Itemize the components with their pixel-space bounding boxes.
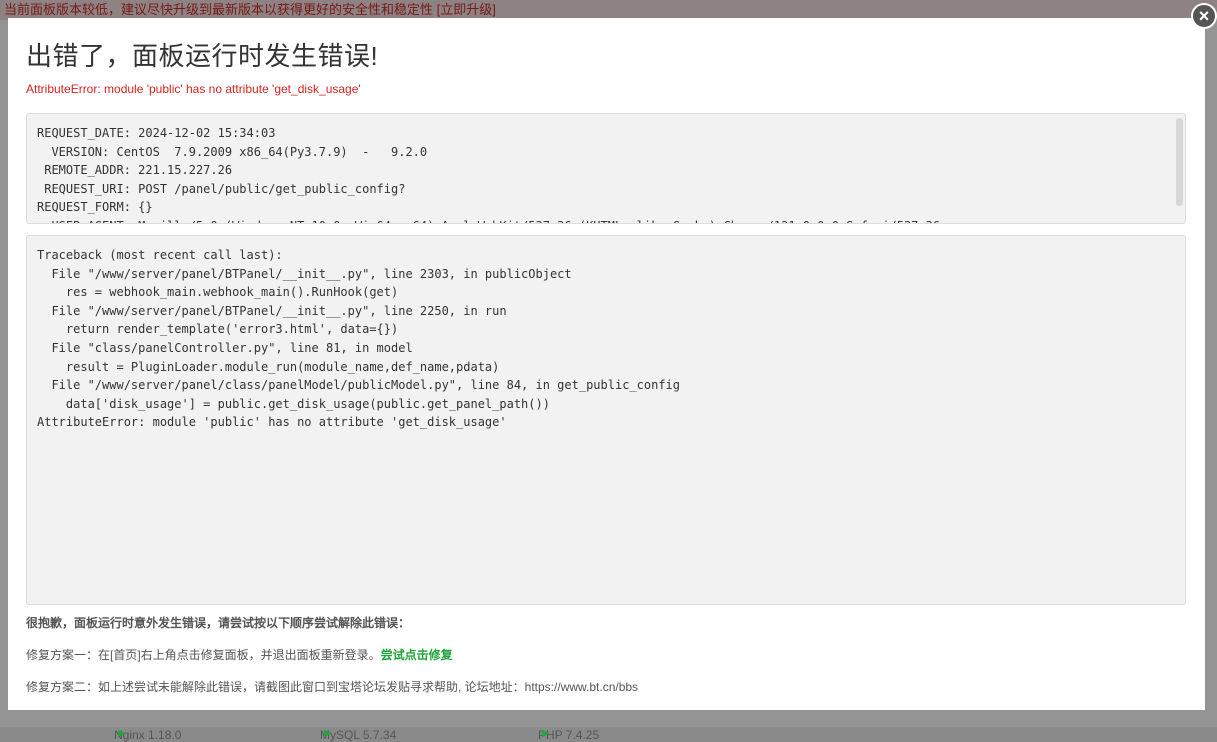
traceback-text: Traceback (most recent call last): File … [37,248,680,430]
close-icon[interactable]: × [1191,3,1217,29]
traceback-box[interactable]: Traceback (most recent call last): File … [26,235,1186,605]
play-icon: ▶ [324,728,332,739]
play-icon: ▶ [118,728,126,739]
error-message: AttributeError: module 'public' has no a… [26,82,361,96]
request-info-box[interactable]: REQUEST_DATE: 2024-12-02 15:34:03 VERSIO… [26,113,1186,224]
request-info-scrollbar[interactable] [1176,118,1183,206]
apology-text: 很抱歉，面板运行时意外发生错误，请尝试按以下顺序尝试解除此错误： [26,616,411,630]
fix-option-one: 修复方案一：在[首页]右上角点击修复面板，并退出面板重新登录。尝试点击修复 [26,646,453,663]
fix-option-two: 修复方案二：如上述尝试未能解除此错误，请截图此窗口到宝塔论坛发贴寻求帮助, 论坛… [26,680,639,694]
fix-option-one-text: 修复方案一：在[首页]右上角点击修复面板，并退出面板重新登录。 [26,648,381,662]
play-icon: ▶ [542,728,550,739]
error-dialog: 出错了，面板运行时发生错误! AttributeError: module 'p… [8,18,1205,710]
request-info-text: REQUEST_DATE: 2024-12-02 15:34:03 VERSIO… [37,126,940,223]
try-repair-link[interactable]: 尝试点击修复 [381,648,453,662]
dialog-title: 出错了，面板运行时发生错误! [26,41,379,71]
